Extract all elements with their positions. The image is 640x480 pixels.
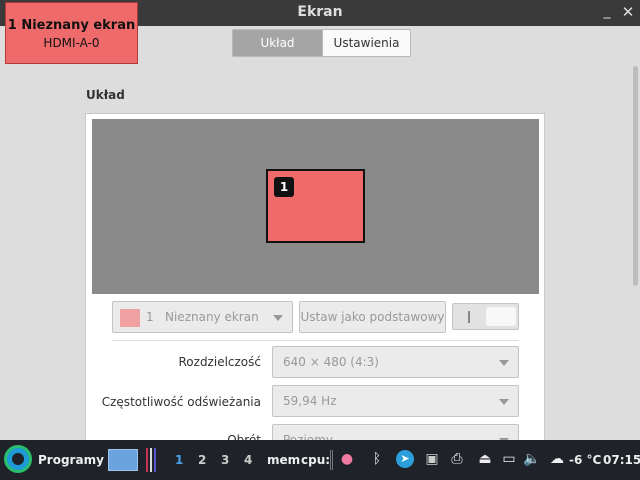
resolution-value: 640 × 480 (4:3) — [283, 355, 379, 369]
refresh-rate-dropdown[interactable]: 59,94 Hz — [272, 385, 519, 417]
monitor-identify-badge: 1 Nieznany ekran HDMI-A-0 — [5, 2, 138, 64]
minimize-icon[interactable]: _ — [600, 3, 614, 21]
clock[interactable]: 07:15:5 — [603, 453, 640, 467]
close-icon[interactable]: ✕ — [620, 3, 636, 21]
temperature-label: -6 °C — [569, 453, 602, 467]
programs-menu-button[interactable]: Programy — [38, 453, 104, 467]
monitor-select[interactable]: 1 Nieznany ekran — [112, 301, 293, 333]
resolution-dropdown[interactable]: 640 × 480 (4:3) — [272, 346, 519, 378]
window-thumbnail[interactable] — [108, 449, 138, 471]
monitor-select-number: 1 — [146, 310, 154, 324]
workspace-2[interactable]: 2 — [198, 453, 206, 467]
monitor-number-badge: 1 — [274, 177, 294, 197]
bluetooth-icon[interactable]: ᛒ — [368, 450, 386, 468]
notes-icon[interactable]: ▣ — [423, 450, 441, 468]
monitor-badge-name: 1 Nieznany ekran — [7, 18, 136, 33]
monitor-select-name: Nieznany ekran — [165, 310, 259, 324]
set-primary-button[interactable]: Ustaw jako podstawowy — [299, 301, 446, 333]
cpu-monitor-label: cpu: — [301, 453, 331, 467]
menu-logo-icon[interactable] — [4, 445, 32, 473]
toggle-knob — [486, 307, 516, 326]
toggle-on-mark — [468, 311, 470, 323]
taskbar: Programy 1 2 3 4 mem cpu: ● ᛒ ➤ ▣ ⎙ ⏏ ▭ … — [0, 440, 640, 480]
scrollbar[interactable] — [633, 66, 638, 286]
workspace-3[interactable]: 3 — [221, 453, 229, 467]
divider — [112, 340, 519, 341]
printer-icon[interactable]: ⎙ — [448, 450, 466, 468]
monitor-badge-output: HDMI-A-0 — [43, 36, 100, 50]
layout-panel: 1 1 Nieznany ekran Ustaw jako podstawowy… — [85, 113, 545, 456]
resolution-label: Rozdzielczość — [178, 355, 262, 369]
eject-icon[interactable]: ⏏ — [476, 450, 494, 468]
launcher-separator-icon — [146, 448, 158, 472]
volume-icon[interactable]: 🔈 — [523, 450, 541, 468]
tab-layout[interactable]: Układ — [233, 30, 322, 56]
tab-settings[interactable]: Ustawienia — [322, 30, 410, 56]
tab-bar: Układ Ustawienia — [232, 29, 411, 57]
workspace-4[interactable]: 4 — [244, 453, 252, 467]
bulb-icon[interactable]: ● — [338, 450, 356, 468]
display-icon[interactable]: ▭ — [500, 450, 518, 468]
enable-toggle[interactable] — [452, 303, 519, 330]
chevron-down-icon — [499, 399, 509, 405]
workspace-1[interactable]: 1 — [175, 453, 183, 467]
memory-monitor-label: mem — [267, 453, 301, 467]
refresh-rate-label: Częstotliwość odświeżania — [101, 395, 261, 409]
cpu-graph — [330, 450, 333, 470]
weather-icon[interactable]: ☁ — [548, 450, 566, 468]
chevron-down-icon — [273, 315, 283, 321]
monitor-color-swatch — [120, 309, 140, 327]
chevron-down-icon — [499, 360, 509, 366]
telegram-icon[interactable]: ➤ — [396, 450, 414, 468]
refresh-rate-value: 59,94 Hz — [283, 394, 337, 408]
monitor-tile[interactable]: 1 — [266, 169, 365, 243]
section-title: Układ — [86, 88, 125, 102]
monitor-arrangement-area: 1 — [92, 119, 539, 294]
